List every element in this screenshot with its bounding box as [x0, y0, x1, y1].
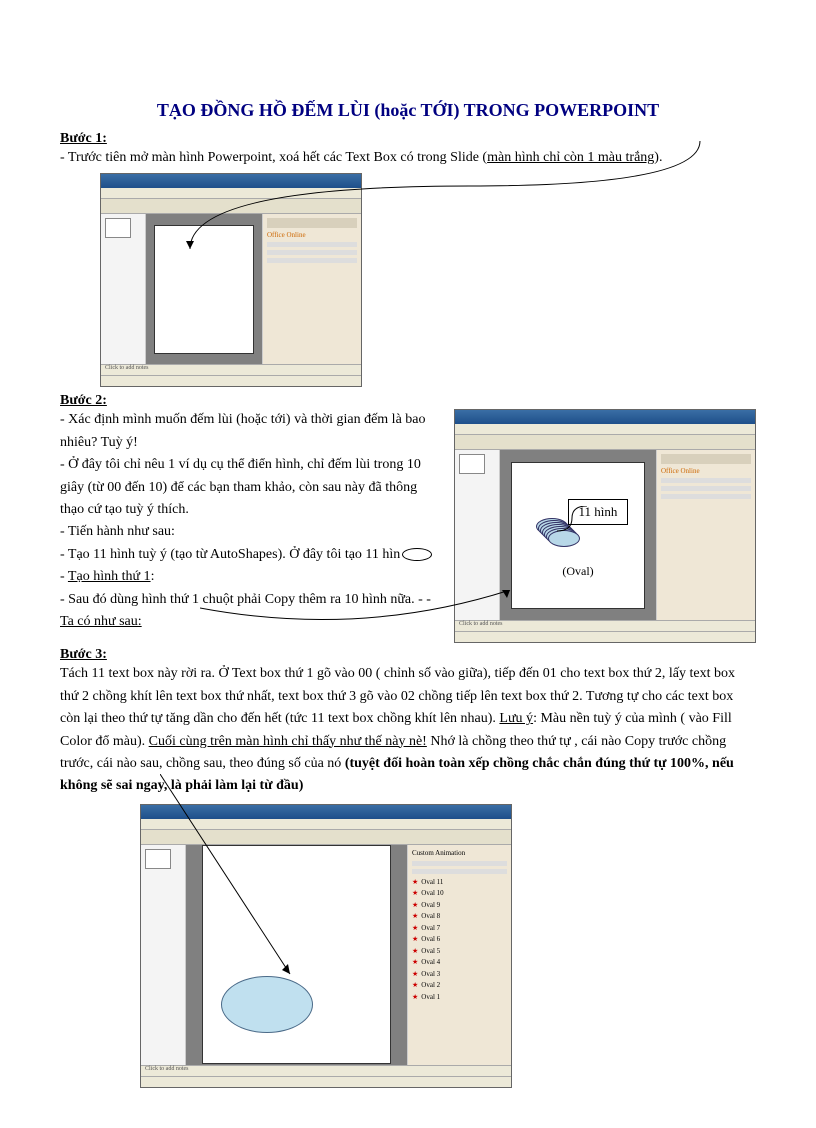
screenshot-2: 11 hình (Oval) Office Online: [454, 409, 756, 643]
star-icon: ★: [412, 934, 418, 945]
step3-heading: Bước 3:: [60, 647, 756, 663]
step3-text: Tách 11 text box này rời ra. Ở Text box …: [60, 663, 756, 797]
ss2-slide: 11 hình (Oval): [511, 462, 646, 609]
ss3-titlebar: [141, 805, 511, 819]
ss2-thumbs: [455, 450, 500, 620]
anim-row: ★Oval 8: [412, 911, 507, 922]
anim-pane-title: Custom Animation: [412, 849, 507, 857]
oval-label: (Oval): [562, 564, 593, 579]
pane-head: [661, 454, 751, 464]
step1-figure-wrap: Office Online Click to add notes: [60, 173, 756, 387]
ss3-notes: Click to add notes: [141, 1065, 511, 1076]
step3-luu-y: Lưu ý: [499, 711, 533, 726]
star-icon: ★: [412, 969, 418, 980]
ss1-slide-area: [146, 214, 262, 364]
anim-row: ★Oval 7: [412, 923, 507, 934]
anim-row: ★Oval 9: [412, 900, 507, 911]
star-icon: ★: [412, 992, 418, 1003]
anim-row: ★Oval 3: [412, 969, 507, 980]
step2-p4: - Tạo 11 hình tuỳ ý (tạo từ AutoShapes).…: [60, 544, 442, 566]
star-icon: ★: [412, 888, 418, 899]
document-page: TẠO ĐỒNG HỒ ĐẾM LÙI (hoặc TỚI) TRONG POW…: [0, 0, 816, 1128]
step3-p1d: Cuối cùng trên màn hình chỉ thấy như thế…: [149, 734, 427, 749]
ss2-menubar: [455, 424, 755, 435]
office-online-label: Office Online: [267, 231, 357, 239]
ss1-notes: Click to add notes: [101, 364, 361, 375]
step1-heading: Bước 1:: [60, 131, 756, 147]
pane-line: [661, 486, 751, 491]
ss2-body: 11 hình (Oval) Office Online: [455, 450, 755, 620]
pane-line: [412, 861, 507, 866]
ss1-toolbar: [101, 199, 361, 214]
ss1-taskpane: Office Online: [262, 214, 361, 364]
anim-row: ★Oval 2: [412, 980, 507, 991]
ss1-thumbs: [101, 214, 146, 364]
pane-line: [267, 242, 357, 247]
step1-text: - Trước tiên mở màn hình Powerpoint, xoá…: [60, 147, 756, 169]
office-online-label: Office Online: [661, 467, 751, 475]
thumb-icon: [459, 454, 485, 474]
ss3-slide: [202, 845, 392, 1064]
star-icon: ★: [412, 911, 418, 922]
step2-p6: - Sau đó dùng hình thứ 1 chuột phải Copy…: [60, 589, 442, 634]
ss3-slide-area: [186, 845, 407, 1065]
screenshot-3: Custom Animation ★Oval 11 ★Oval 10 ★Oval…: [140, 804, 512, 1088]
ss2-notes: Click to add notes: [455, 620, 755, 631]
big-oval-icon: [221, 976, 313, 1033]
ss2-toolbar: [455, 435, 755, 450]
step3-figure-wrap: Custom Animation ★Oval 11 ★Oval 10 ★Oval…: [60, 804, 756, 1088]
anim-row: ★Oval 5: [412, 946, 507, 957]
pane-line: [267, 258, 357, 263]
step2-figure-wrap: 11 hình (Oval) Office Online: [454, 409, 756, 643]
ss3-thumbs: [141, 845, 186, 1065]
ss1-titlebar: [101, 174, 361, 188]
ss3-status: [141, 1076, 511, 1087]
anim-row: ★Oval 10: [412, 888, 507, 899]
ss2-slide-area: 11 hình (Oval): [500, 450, 656, 620]
ss1-slide: [154, 225, 255, 355]
step2-p1: - Xác định mình muốn đếm lùi (hoặc tới) …: [60, 409, 442, 454]
step2-p5: - Tạo hình thứ 1:: [60, 566, 442, 588]
step2-row: - Xác định mình muốn đếm lùi (hoặc tới) …: [60, 409, 756, 643]
step2-heading: Bước 2:: [60, 393, 756, 409]
star-icon: ★: [412, 980, 418, 991]
step2-p3: - Tiến hành như sau:: [60, 521, 442, 543]
ss2-status: [455, 631, 755, 642]
star-icon: ★: [412, 877, 418, 888]
page-title: TẠO ĐỒNG HỒ ĐẾM LÙI (hoặc TỚI) TRONG POW…: [60, 100, 756, 121]
step1-text-a: - Trước tiên mở màn hình Powerpoint, xoá…: [60, 150, 487, 165]
step1-text-b: màn hình chỉ còn 1 màu trắng: [487, 150, 654, 165]
ss3-menubar: [141, 819, 511, 830]
ss1-status: [101, 375, 361, 386]
anim-row: ★Oval 11: [412, 877, 507, 888]
oval-inline-icon: [402, 548, 432, 561]
brace-connector: [557, 506, 607, 536]
pane-line: [661, 478, 751, 483]
ss3-body: Custom Animation ★Oval 11 ★Oval 10 ★Oval…: [141, 845, 511, 1065]
star-icon: ★: [412, 946, 418, 957]
anim-row: ★Oval 6: [412, 934, 507, 945]
ss1-body: Office Online: [101, 214, 361, 364]
thumb-icon: [145, 849, 171, 869]
pane-line: [267, 250, 357, 255]
thumb-icon: [105, 218, 131, 238]
ss2-taskpane: Office Online: [656, 450, 755, 620]
step1-text-c: ).: [654, 150, 662, 165]
screenshot-1: Office Online Click to add notes: [100, 173, 362, 387]
star-icon: ★: [412, 900, 418, 911]
star-icon: ★: [412, 957, 418, 968]
step2-text: - Xác định mình muốn đếm lùi (hoặc tới) …: [60, 409, 442, 633]
pane-line: [412, 869, 507, 874]
star-icon: ★: [412, 923, 418, 934]
ss2-titlebar: [455, 410, 755, 424]
ss3-taskpane: Custom Animation ★Oval 11 ★Oval 10 ★Oval…: [407, 845, 511, 1065]
pane-line: [661, 494, 751, 499]
animation-list: ★Oval 11 ★Oval 10 ★Oval 9 ★Oval 8 ★Oval …: [412, 877, 507, 1003]
ss1-menubar: [101, 188, 361, 199]
ss3-toolbar: [141, 830, 511, 845]
pane-head: [267, 218, 357, 228]
step2-p2: - Ở đây tôi chỉ nêu 1 ví dụ cụ thể điển …: [60, 454, 442, 521]
anim-row: ★Oval 1: [412, 992, 507, 1003]
anim-row: ★Oval 4: [412, 957, 507, 968]
